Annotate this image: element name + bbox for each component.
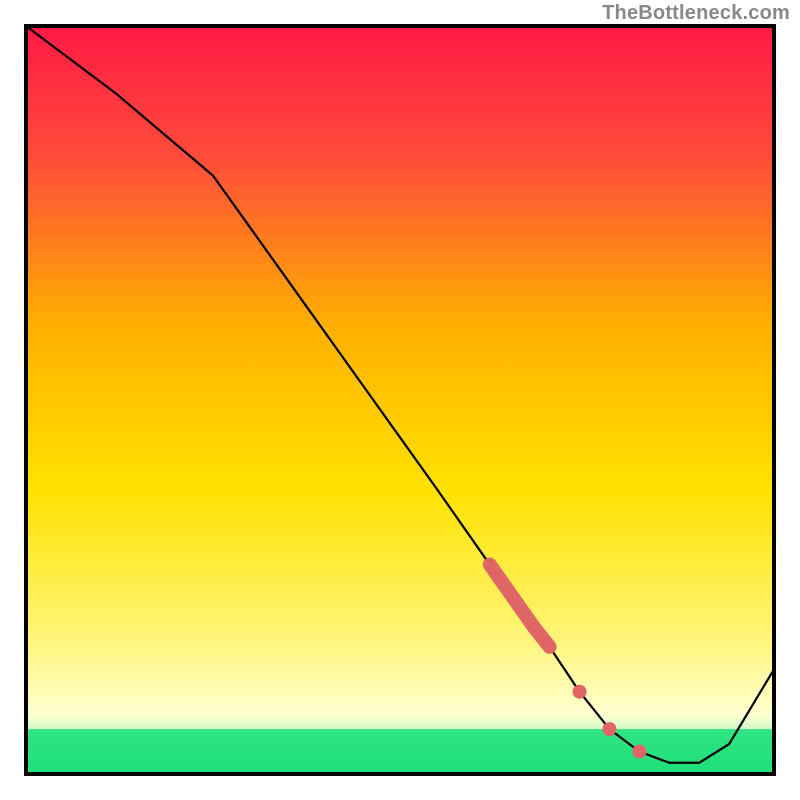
chart-bottom-band xyxy=(26,729,774,774)
bottleneck-chart: TheBottleneck.com xyxy=(0,0,800,800)
chart-background xyxy=(26,26,774,774)
highlight-dot xyxy=(632,745,646,759)
watermark-text: TheBottleneck.com xyxy=(602,2,790,25)
chart-canvas xyxy=(0,0,800,800)
highlight-dot xyxy=(602,722,616,736)
highlight-dot xyxy=(573,685,587,699)
